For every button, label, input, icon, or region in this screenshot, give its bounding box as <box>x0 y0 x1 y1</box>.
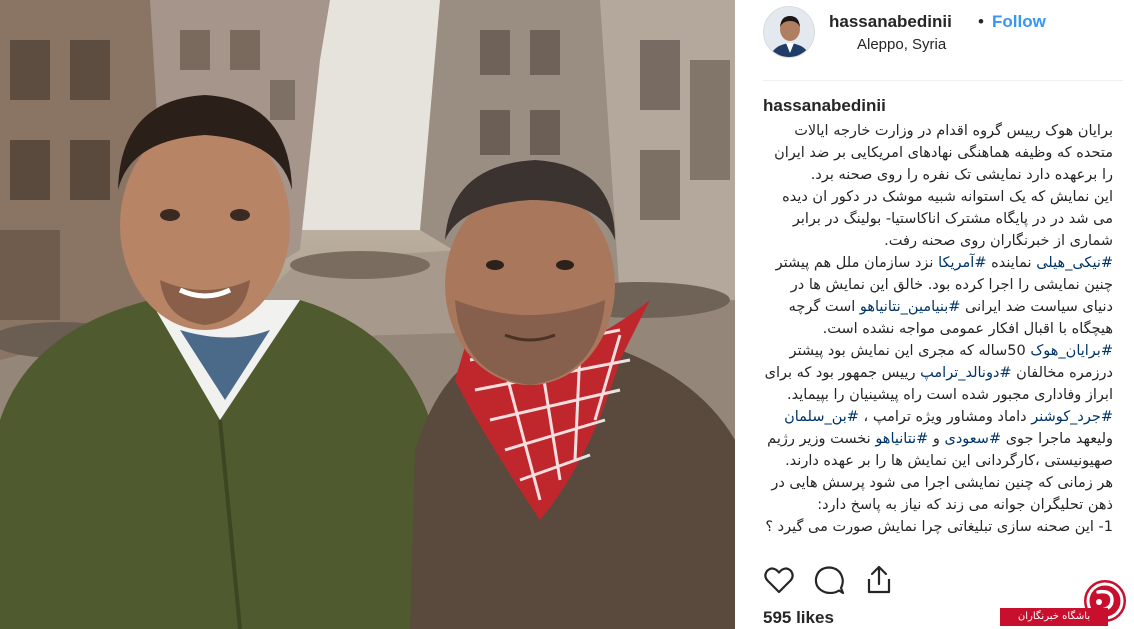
hashtag-link[interactable]: #جرد_کوشنر <box>1031 409 1113 425</box>
hashtag-link[interactable]: #آمریکا <box>938 255 986 271</box>
hashtag-link[interactable]: #بن_سلمان <box>784 409 859 425</box>
share-button[interactable] <box>863 564 895 596</box>
instagram-post: hassanabedinii • Follow Aleppo, Syria ha… <box>0 0 1134 629</box>
post-author-username[interactable]: hassanabedinii <box>829 12 952 32</box>
likes-count[interactable]: 595 likes <box>763 608 834 628</box>
hashtag-link[interactable]: #سعودی <box>945 431 1002 447</box>
hashtag-link[interactable]: #نتانیاهو <box>875 431 928 447</box>
post-sidebar: hassanabedinii • Follow Aleppo, Syria ha… <box>735 0 1134 629</box>
like-button[interactable] <box>763 564 795 596</box>
speech-bubble-icon <box>814 566 845 595</box>
share-upload-icon <box>867 565 891 594</box>
hashtag-link[interactable]: #نیکی_هیلی <box>1036 255 1113 271</box>
post-caption: hassanabedinii برایان هوک رییس گروه اقدا… <box>763 96 1113 552</box>
user-avatar[interactable] <box>763 6 815 58</box>
avatar-image <box>764 7 814 57</box>
post-location[interactable]: Aleppo, Syria <box>857 36 946 53</box>
hashtag-link[interactable]: #دونالد_ترامپ <box>920 365 1011 381</box>
caption-text: برایان هوک رییس گروه اقدام در وزارت خارج… <box>764 123 1113 535</box>
watermark-label: باشگاه خبرنگاران <box>1000 608 1108 626</box>
post-photo[interactable] <box>0 0 735 629</box>
hashtag-link[interactable]: #برایان_هوک <box>1030 343 1113 359</box>
caption-username[interactable]: hassanabedinii <box>763 96 1113 116</box>
hashtag-link[interactable]: #بنیامین_نتانیاهو <box>860 299 961 315</box>
post-header: hassanabedinii • Follow Aleppo, Syria <box>763 6 1123 81</box>
street-photo-illustration <box>0 0 735 629</box>
comment-button[interactable] <box>813 564 845 596</box>
follow-button[interactable]: Follow <box>992 12 1046 32</box>
header-separator: • <box>978 12 984 31</box>
heart-outline-icon <box>764 567 794 594</box>
